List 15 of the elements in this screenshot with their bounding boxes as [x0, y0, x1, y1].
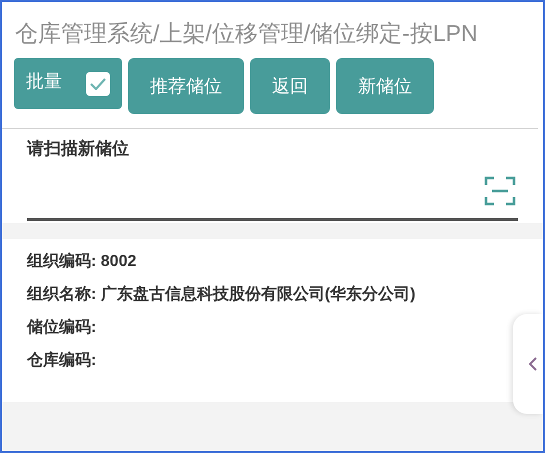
info-line: 储位编码: — [27, 317, 98, 338]
checkbox[interactable] — [86, 72, 110, 96]
chevron-left-icon — [529, 357, 537, 371]
toolbar-button[interactable]: 返回 — [250, 58, 330, 114]
scan-icon[interactable] — [484, 176, 516, 206]
batch-toggle[interactable]: 批量 — [14, 58, 122, 109]
checkmark-icon — [90, 78, 106, 90]
toolbar-button[interactable]: 推荐储位 — [128, 58, 244, 114]
breadcrumb: 仓库管理系统/上架/位移管理/储位绑定-按LPN — [14, 19, 479, 48]
batch-label: 批量 — [26, 70, 62, 93]
info-line: 仓库编码: — [27, 350, 98, 371]
field-label: 请扫描新储位 — [27, 138, 130, 160]
toolbar-button[interactable]: 新储位 — [336, 58, 434, 114]
info-line: 组织编码: 8002 — [27, 251, 138, 272]
info-line: 组织名称: 广东盘古信息科技股份有限公司(华东分公司) — [27, 284, 416, 305]
